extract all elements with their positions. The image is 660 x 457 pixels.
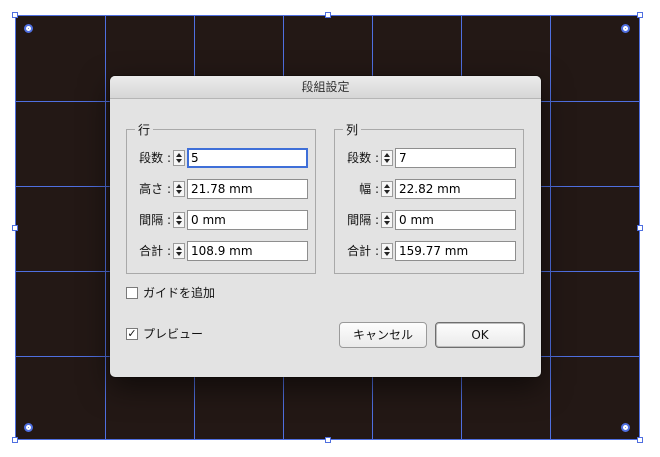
selection-handle-right[interactable] (637, 225, 643, 231)
columns-total-stepper[interactable] (381, 243, 393, 259)
rows-count-input[interactable]: 5 (187, 148, 308, 168)
corner-widget-bottom-left[interactable] (24, 423, 33, 432)
corner-widget-top-left[interactable] (24, 24, 33, 33)
columns-width-label: 幅 : (359, 182, 379, 196)
columns-count-stepper[interactable] (381, 150, 393, 166)
selection-handle-bottom-right[interactable] (637, 437, 643, 443)
rows-count-label: 段数 : (139, 151, 171, 165)
columns-count-label: 段数 : (347, 151, 379, 165)
rows-gutter-input[interactable]: 0 mm (187, 210, 308, 230)
columns-total-label: 合計 : (347, 244, 379, 258)
selection-handle-left[interactable] (12, 225, 18, 231)
corner-widget-top-right[interactable] (621, 24, 630, 33)
rows-height-label: 高さ : (139, 182, 171, 196)
columns-total-input[interactable]: 159.77 mm (395, 241, 516, 261)
cancel-button[interactable]: キャンセル (339, 322, 427, 348)
rows-group: 行 段数 : 5 高さ : 21.78 mm 間隔 : 0 mm 合計 : 10… (126, 121, 316, 274)
columns-gutter-stepper[interactable] (381, 212, 393, 228)
ok-button[interactable]: OK (435, 322, 525, 348)
selection-handle-top-right[interactable] (637, 12, 643, 18)
rows-count-stepper[interactable] (173, 150, 185, 166)
rows-height-stepper[interactable] (173, 181, 185, 197)
add-guides-checkbox[interactable] (126, 287, 138, 299)
columns-group-label: 列 (343, 121, 362, 138)
add-guides-label[interactable]: ガイドを追加 (143, 285, 215, 301)
selection-handle-top-left[interactable] (12, 12, 18, 18)
columns-group: 列 段数 : 7 幅 : 22.82 mm 間隔 : 0 mm 合計 : 159… (334, 121, 524, 274)
corner-widget-bottom-right[interactable] (621, 423, 630, 432)
rows-height-input[interactable]: 21.78 mm (187, 179, 308, 199)
columns-width-input[interactable]: 22.82 mm (395, 179, 516, 199)
columns-width-stepper[interactable] (381, 181, 393, 197)
dialog-title: 段組設定 (110, 76, 541, 99)
rows-total-input[interactable]: 108.9 mm (187, 241, 308, 261)
selection-handle-bottom[interactable] (325, 437, 331, 443)
preview-checkbox[interactable]: ✓ (126, 328, 138, 340)
selection-handle-bottom-left[interactable] (12, 437, 18, 443)
split-into-grid-dialog: 段組設定 行 段数 : 5 高さ : 21.78 mm 間隔 : 0 mm 合計… (110, 76, 541, 377)
columns-gutter-label: 間隔 : (347, 213, 379, 227)
rows-gutter-label: 間隔 : (139, 213, 171, 227)
preview-label[interactable]: プレビュー (143, 326, 203, 342)
rows-group-label: 行 (135, 121, 154, 138)
column-guide (550, 16, 551, 439)
rows-total-label: 合計 : (139, 244, 171, 258)
rows-gutter-stepper[interactable] (173, 212, 185, 228)
columns-count-input[interactable]: 7 (395, 148, 516, 168)
column-guide (105, 16, 106, 439)
selection-handle-top[interactable] (325, 12, 331, 18)
columns-gutter-input[interactable]: 0 mm (395, 210, 516, 230)
rows-total-stepper[interactable] (173, 243, 185, 259)
